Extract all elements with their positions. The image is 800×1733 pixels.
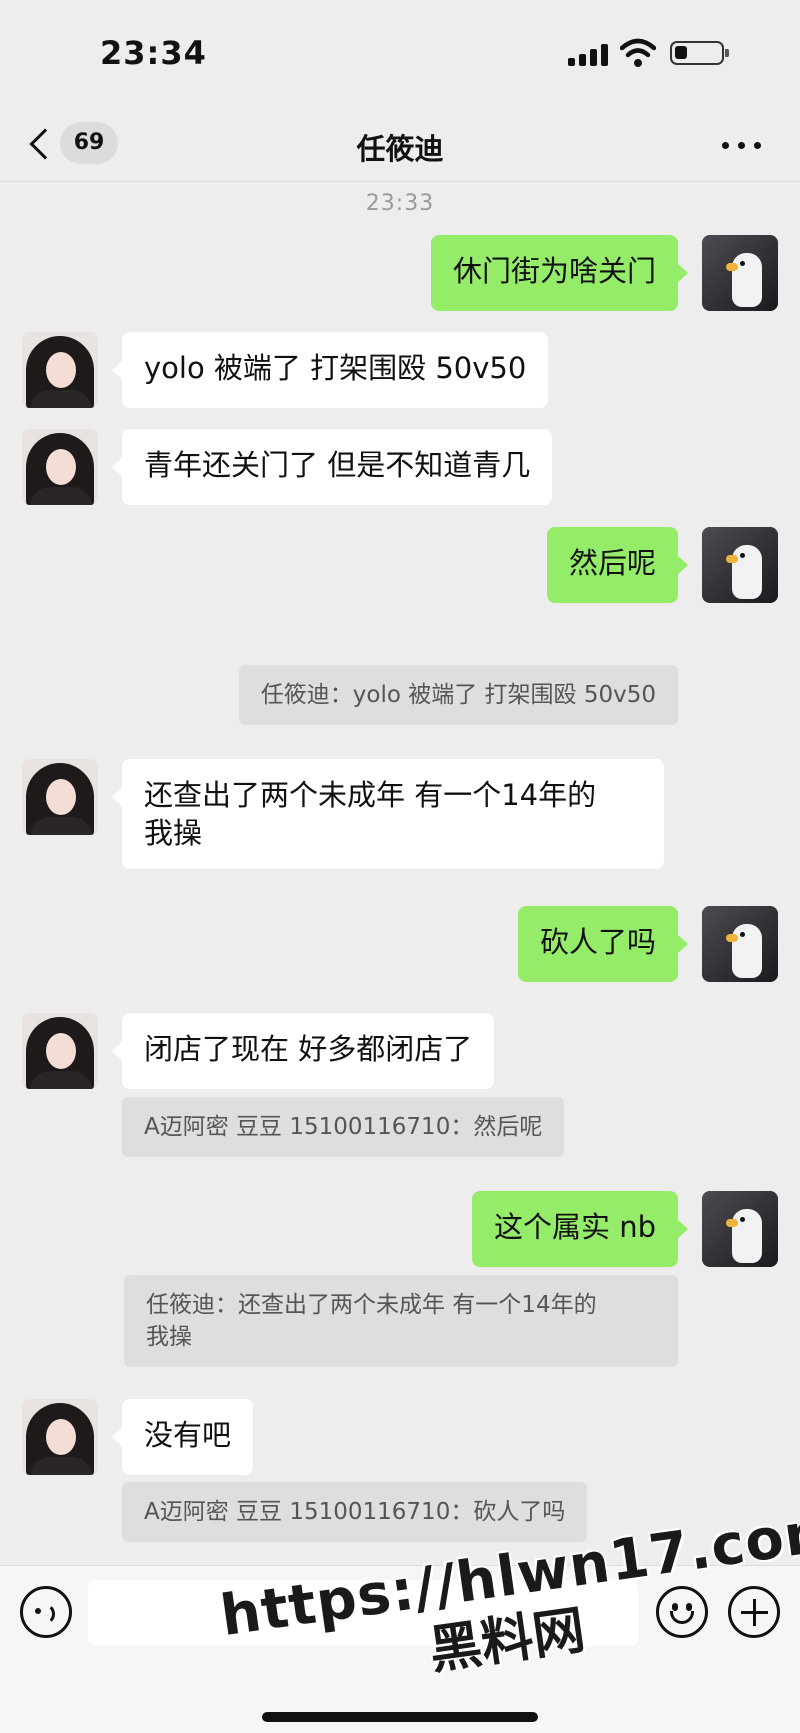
quoted-reply[interactable]: 任筱迪：yolo 被端了 打架围殴 50v50	[238, 665, 678, 725]
contact-avatar[interactable]	[22, 1399, 98, 1475]
contact-avatar[interactable]	[22, 332, 98, 408]
more-button[interactable]	[722, 138, 766, 152]
outgoing-bubble[interactable]: 休门街为啥关门	[430, 235, 689, 311]
nav-bar: 69 任筱迪	[0, 110, 800, 182]
incoming-bubble[interactable]: 没有吧	[111, 1399, 254, 1475]
incoming-bubble[interactable]: 还查出了两个未成年 有一个14年的 我操	[112, 759, 664, 869]
wifi-icon	[620, 38, 656, 67]
self-avatar[interactable]	[702, 235, 778, 311]
chat-title: 任筱迪	[356, 132, 444, 166]
status-time: 23:34	[100, 34, 207, 72]
status-bar: 23:34	[0, 0, 800, 110]
quoted-reply[interactable]: 任筱迪：还查出了两个未成年 有一个14年的 我操	[124, 1275, 678, 1367]
self-avatar[interactable]	[702, 1191, 778, 1267]
incoming-bubble[interactable]: 闭店了现在 好多都闭店了	[111, 1013, 495, 1089]
message-timestamp: 23:33	[365, 191, 435, 216]
quoted-reply[interactable]: A迈阿密 豆豆 15100116710：砍人了吗	[122, 1482, 588, 1542]
contact-avatar[interactable]	[22, 1013, 98, 1089]
self-avatar[interactable]	[702, 527, 778, 603]
battery-icon	[670, 41, 729, 65]
contact-avatar[interactable]	[22, 759, 98, 835]
incoming-bubble[interactable]: yolo 被端了 打架围殴 50v50	[111, 332, 549, 408]
outgoing-bubble[interactable]: 这个属实 nb	[471, 1191, 689, 1267]
incoming-bubble[interactable]: 青年还关门了 但是不知道青几	[111, 429, 553, 505]
signal-icon	[568, 44, 610, 66]
quoted-reply[interactable]: A迈阿密 豆豆 15100116710：然后呢	[122, 1097, 565, 1157]
self-avatar[interactable]	[702, 906, 778, 982]
chat-area[interactable]: 23:33 休门街为啥关门 yolo 被端了 打架围殴 50v50 青年还关门了…	[0, 183, 800, 1565]
contact-avatar[interactable]	[22, 429, 98, 505]
voice-icon[interactable]	[20, 1586, 72, 1638]
outgoing-bubble[interactable]: 然后呢	[546, 527, 689, 603]
outgoing-bubble[interactable]: 砍人了吗	[517, 906, 689, 982]
